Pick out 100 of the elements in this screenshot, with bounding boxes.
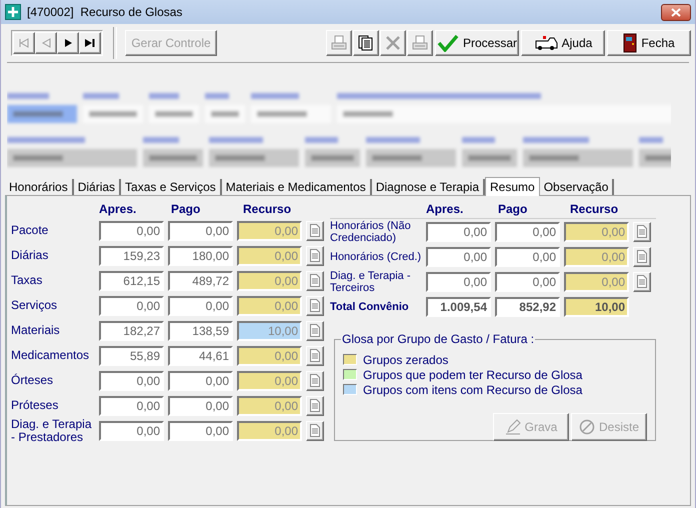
- documents-icon: [357, 34, 375, 52]
- row-label: Taxas: [11, 274, 44, 287]
- value-field: 0,00: [495, 222, 560, 242]
- details-button[interactable]: [306, 296, 324, 316]
- value-field: 0,00: [99, 396, 164, 416]
- value-field: 489,72: [168, 270, 233, 290]
- row-label: Diárias: [11, 249, 50, 262]
- printer-icon: [330, 34, 348, 52]
- row-label: Pacote: [11, 224, 50, 237]
- plus-icon: [5, 4, 21, 20]
- row-label: Medicamentos: [11, 349, 90, 362]
- document-icon: [310, 349, 320, 362]
- row-label: Honorários (Não Credenciado): [330, 220, 412, 244]
- last-record-button[interactable]: [79, 32, 101, 54]
- details-button[interactable]: [633, 272, 651, 292]
- column-header: Recurso: [570, 202, 620, 218]
- row-label: Diag. e Terapia - Prestadores: [11, 418, 92, 444]
- cross-icon: [384, 34, 402, 52]
- row-label: Total Convênio: [330, 300, 410, 312]
- document-icon: [637, 275, 647, 288]
- value-field: 0,00: [99, 220, 164, 240]
- document-icon: [310, 274, 320, 287]
- document-icon: [310, 249, 320, 262]
- door-icon: [623, 33, 638, 53]
- row-label: Próteses: [11, 399, 60, 412]
- skip-icon: [84, 38, 96, 48]
- details-button[interactable]: [306, 246, 324, 266]
- close-window-button[interactable]: Fecha: [607, 30, 691, 56]
- document-icon: [310, 424, 320, 437]
- appeal-field: 0,00: [237, 220, 302, 240]
- group-title: Glosa por Grupo de Gasto / Fatura :: [341, 332, 536, 346]
- value-field: 0,00: [99, 420, 164, 440]
- document-icon: [310, 399, 320, 412]
- window-title: [470002] Recurso de Glosas: [27, 5, 182, 19]
- appeal-field: 0,00: [237, 370, 302, 390]
- next-record-button[interactable]: [57, 32, 79, 54]
- pencil-icon: [504, 419, 521, 435]
- column-header: Recurso: [243, 202, 292, 218]
- value-field: 0,00: [168, 220, 233, 240]
- document-icon: [310, 324, 320, 337]
- value-field: 0,00: [495, 246, 560, 266]
- appeal-field: 0,00: [564, 222, 629, 242]
- appeal-field: 0,00: [237, 296, 302, 316]
- value-field: 852,92: [495, 296, 560, 316]
- value-field: 0,00: [495, 272, 560, 292]
- value-field: 0,00: [426, 222, 491, 242]
- details-button[interactable]: [306, 396, 324, 416]
- value-field: 0,00: [99, 370, 164, 390]
- value-field: 159,23: [99, 246, 164, 266]
- appeal-field: 0,00: [237, 420, 302, 440]
- document-icon: [637, 250, 647, 263]
- appeal-field: 10,00: [237, 320, 302, 340]
- printer-icon: [411, 34, 429, 52]
- process-button[interactable]: Processar: [435, 30, 519, 56]
- value-field: 44,61: [168, 346, 233, 366]
- row-label: Serviços: [11, 299, 58, 312]
- triangle-icon: [62, 38, 74, 48]
- details-button[interactable]: [306, 270, 324, 290]
- value-field: 0,00: [99, 296, 164, 316]
- triangle-icon: [40, 38, 52, 48]
- details-button[interactable]: [306, 220, 324, 240]
- row-label: Órteses: [11, 374, 54, 387]
- details-button[interactable]: [306, 370, 324, 390]
- ambulance-icon: [534, 35, 558, 51]
- document-icon: [310, 224, 320, 237]
- value-field: 0,00: [168, 370, 233, 390]
- details-button[interactable]: [306, 320, 324, 340]
- details-button[interactable]: [306, 346, 324, 366]
- help-button[interactable]: Ajuda: [521, 30, 605, 56]
- appeal-field: 0,00: [237, 270, 302, 290]
- details-button[interactable]: [633, 222, 651, 242]
- value-field: 612,15: [99, 270, 164, 290]
- row-label: Materiais: [11, 324, 61, 337]
- row-label: Honorários (Cred.): [330, 250, 422, 262]
- appeal-field: 0,00: [564, 272, 629, 292]
- value-field: 138,59: [168, 320, 233, 340]
- document-icon: [637, 225, 647, 238]
- close-button[interactable]: [661, 4, 691, 20]
- value-field: 55,89: [99, 346, 164, 366]
- column-header: Apres.: [426, 202, 464, 218]
- appeal-field: 0,00: [237, 346, 302, 366]
- column-header: Pago: [498, 202, 528, 218]
- appeal-field: 10,00: [564, 296, 629, 316]
- document-icon: [310, 374, 320, 387]
- document-icon: [310, 299, 320, 312]
- legend-label: Grupos com itens com Recurso de Glosa: [363, 382, 582, 396]
- appeal-field: 0,00: [564, 246, 629, 266]
- appeal-field: 0,00: [237, 396, 302, 416]
- tab[interactable]: Resumo: [485, 177, 540, 196]
- skip-icon: [18, 38, 30, 48]
- legend-label: Grupos que podem ter Recurso de Glosa: [363, 368, 582, 382]
- details-button[interactable]: [306, 420, 324, 440]
- close-icon: [671, 8, 681, 16]
- cancel-icon: [578, 419, 595, 435]
- value-field: 180,00: [168, 246, 233, 266]
- details-button[interactable]: [633, 246, 651, 266]
- copy-button[interactable]: [353, 30, 379, 56]
- row-label: Diag. e Terapia - Terceiros: [330, 270, 412, 294]
- value-field: 0,00: [426, 272, 491, 292]
- value-field: 0,00: [168, 296, 233, 316]
